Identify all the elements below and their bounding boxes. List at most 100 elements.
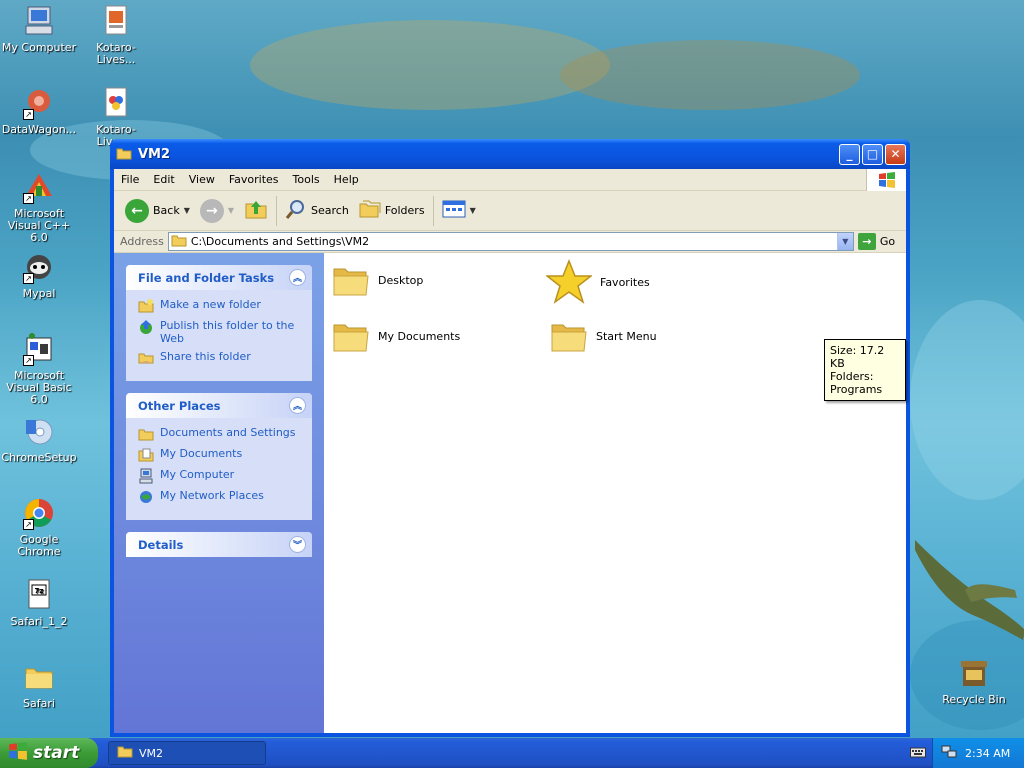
desktop-icon-recycle-bin[interactable]: Recycle Bin	[935, 656, 1013, 706]
folders-label: Folders	[384, 204, 425, 217]
chevron-down-icon[interactable]: ▼	[184, 206, 190, 215]
installer-icon	[22, 414, 56, 448]
desktop-icon-kotaro-lives-1[interactable]: Kotaro-Lives...	[77, 4, 155, 66]
go-button[interactable]: → Go	[857, 233, 895, 250]
network-tray-icon[interactable]	[941, 745, 957, 762]
folders-button[interactable]: Folders	[354, 194, 430, 228]
desktop-icon-chromesetup[interactable]: ChromeSetup	[0, 414, 78, 464]
start-button[interactable]: start	[0, 738, 98, 768]
desktop-icon-visual-cpp[interactable]: ↗ Microsoft Visual C++ 6.0	[0, 170, 78, 244]
folder-item-my-documents[interactable]: My Documents	[332, 319, 460, 353]
windows-logo-icon	[8, 741, 28, 765]
desktop-icon-label: My Computer	[1, 41, 77, 54]
desktop-icon-google-chrome[interactable]: ↗ Google Chrome	[0, 496, 78, 558]
task-pane: File and Folder Tasks ︽ Make a new folde…	[114, 253, 324, 733]
new-folder-icon	[138, 298, 154, 314]
document-icon	[99, 86, 133, 120]
menu-tools[interactable]: Tools	[286, 173, 327, 186]
panel-title: Details	[138, 537, 184, 552]
file-folder-tasks-panel: File and Folder Tasks ︽ Make a new folde…	[126, 265, 312, 381]
desktop-icon-my-computer[interactable]: My Computer	[0, 4, 78, 54]
desktop-icon-label: Mypal	[22, 287, 56, 300]
folder-icon	[138, 426, 154, 442]
address-input[interactable]: C:\Documents and Settings\VM2 ▼	[167, 232, 854, 251]
folder-item-start-menu[interactable]: Start Menu	[550, 319, 657, 353]
menu-file[interactable]: File	[114, 173, 146, 186]
place-label: My Network Places	[160, 489, 264, 502]
desktop-icon-label: Safari_1_2	[10, 615, 68, 628]
task-publish-folder[interactable]: Publish this folder to the Web	[138, 319, 302, 345]
menu-help[interactable]: Help	[327, 173, 366, 186]
desktop-icon-mypal[interactable]: ↗ Mypal	[0, 250, 78, 300]
mypal-icon: ↗	[22, 250, 56, 284]
network-icon	[138, 489, 154, 505]
item-label: Favorites	[600, 275, 650, 289]
toolbar-separator	[432, 195, 434, 226]
panel-header[interactable]: Other Places ︽	[126, 393, 312, 418]
place-my-network-places[interactable]: My Network Places	[138, 489, 302, 505]
place-my-documents[interactable]: My Documents	[138, 447, 302, 463]
menu-view[interactable]: View	[182, 173, 222, 186]
panel-header[interactable]: File and Folder Tasks ︽	[126, 265, 312, 290]
folder-item-desktop[interactable]: Desktop	[332, 263, 423, 297]
folder-icon	[117, 745, 133, 761]
panel-header[interactable]: Details ︾	[126, 532, 312, 557]
svg-text:7z: 7z	[35, 587, 44, 595]
desktop-icon-label: Recycle Bin	[942, 693, 1006, 706]
search-icon	[285, 198, 307, 223]
window-title: VM2	[138, 146, 171, 162]
taskbar-item-vm2[interactable]: VM2	[108, 741, 266, 765]
maximize-button[interactable]: □	[862, 143, 883, 165]
desktop-icon-datawagon[interactable]: ↗ DataWagon...	[0, 86, 78, 136]
title-bar[interactable]: VM2 _ □ ✕	[110, 139, 910, 169]
panel-title: Other Places	[138, 398, 221, 413]
up-button[interactable]	[239, 194, 273, 228]
chevron-down-icon[interactable]: ︾	[289, 536, 306, 553]
chevron-down-icon[interactable]: ▼	[228, 206, 234, 215]
panel-title: File and Folder Tasks	[138, 270, 275, 285]
desktop-icon-safari[interactable]: Safari	[0, 660, 78, 710]
recycle-bin-icon	[957, 656, 991, 690]
close-button[interactable]: ✕	[885, 143, 906, 165]
starfish-decoration	[915, 540, 1024, 640]
shortcut-arrow-icon: ↗	[23, 109, 34, 120]
item-label: My Documents	[378, 329, 461, 343]
chevron-down-icon[interactable]: ▼	[470, 206, 476, 215]
folder-item-favorites[interactable]: Favorites	[544, 258, 650, 305]
share-folder-icon	[138, 350, 154, 366]
desktop-icon-visual-basic[interactable]: ↗ Microsoft Visual Basic 6.0	[0, 332, 78, 406]
keyboard-icon[interactable]	[910, 746, 926, 761]
explorer-body: File and Folder Tasks ︽ Make a new folde…	[114, 253, 906, 733]
my-documents-icon	[138, 447, 154, 463]
task-share-folder[interactable]: Share this folder	[138, 350, 302, 366]
go-arrow-icon: →	[857, 233, 876, 250]
folder-icon	[171, 234, 187, 250]
visual-cpp-icon: ↗	[22, 170, 56, 204]
chevron-up-icon[interactable]: ︽	[289, 397, 306, 414]
minimize-button[interactable]: _	[839, 143, 860, 165]
window-client-area: File Edit View Favorites Tools Help ← Ba…	[114, 169, 906, 733]
chevron-down-icon: ▼	[842, 237, 849, 246]
folder-icon	[550, 319, 588, 353]
minimize-icon: _	[846, 147, 853, 161]
menu-favorites[interactable]: Favorites	[222, 173, 286, 186]
menu-edit[interactable]: Edit	[146, 173, 181, 186]
windows-logo-icon	[866, 169, 906, 191]
chevron-up-icon[interactable]: ︽	[289, 269, 306, 286]
close-icon: ✕	[890, 147, 901, 161]
back-button[interactable]: ← Back ▼	[120, 194, 195, 228]
desktop-icon-label: Google Chrome	[17, 533, 61, 558]
maximize-icon: □	[866, 147, 879, 161]
folder-icon	[332, 263, 370, 297]
address-dropdown-button[interactable]: ▼	[836, 233, 853, 250]
task-make-new-folder[interactable]: Make a new folder	[138, 298, 302, 314]
place-documents-and-settings[interactable]: Documents and Settings	[138, 426, 302, 442]
search-button[interactable]: Search	[280, 194, 354, 228]
clock[interactable]: 2:34 AM	[965, 747, 1010, 760]
forward-button[interactable]: → ▼	[195, 194, 239, 228]
views-button[interactable]: ▼	[437, 194, 481, 228]
desktop-icon-safari-archive[interactable]: 7z Safari_1_2	[0, 578, 78, 628]
address-value: C:\Documents and Settings\VM2	[190, 235, 370, 248]
folder-icon	[332, 319, 370, 353]
place-my-computer[interactable]: My Computer	[138, 468, 302, 484]
